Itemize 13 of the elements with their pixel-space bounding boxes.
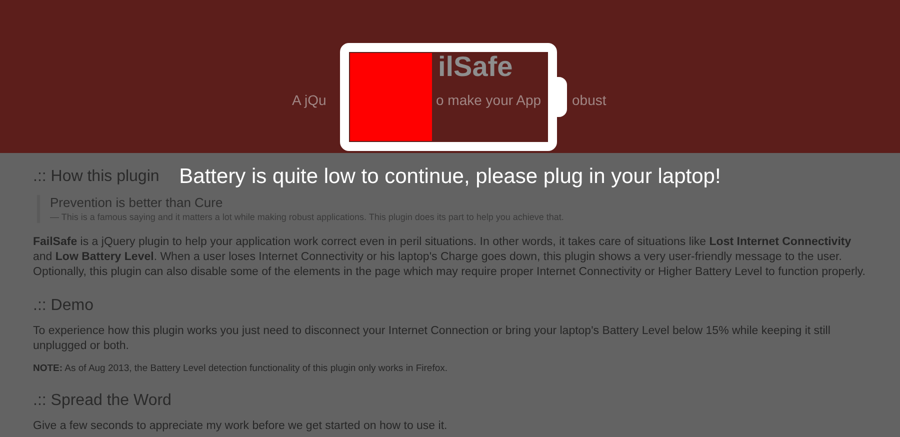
paragraph: Give a few seconds to appreciate my work before we get started on how to use it. xyxy=(33,419,448,434)
section-heading: .:: Demo xyxy=(33,296,94,316)
site-subtitle: o make your App xyxy=(436,91,542,110)
paragraph: FailSafe is a jQuery plugin to help your application work correct even in peril situations. In other words, it takes care of situations like Lost Internet Connectivity and Low Battery Level. When a user loses Internet Connectivity or his laptop's Charge goes down, this plugin shows a very user-friendly message to the user. Optionally, this plugin can also disable some of the elements in the page which may require proper Internet Connectivity or Higher Battery Level to function properly. xyxy=(33,235,866,280)
site-subtitle: A jQu xyxy=(292,91,328,110)
section-heading: .:: How this plugin xyxy=(33,167,160,187)
battery-warning-message: Battery is quite low to continue, please plug in your laptop! xyxy=(179,164,721,190)
paragraph: To experience how this plugin works you just need to disconnect your Internet Connection or bring your laptop's Battery Level below 15% while keeping it still unplugged or both. xyxy=(33,324,832,354)
site-title: ilSafe xyxy=(437,50,514,84)
section-heading: .:: Spread the Word xyxy=(33,391,172,411)
battery-icon xyxy=(340,43,567,151)
site-subtitle: obust xyxy=(572,91,606,110)
note-text: NOTE: As of Aug 2013, the Battery Level detection functionality of this plugin only works in Firefox. xyxy=(33,362,449,375)
